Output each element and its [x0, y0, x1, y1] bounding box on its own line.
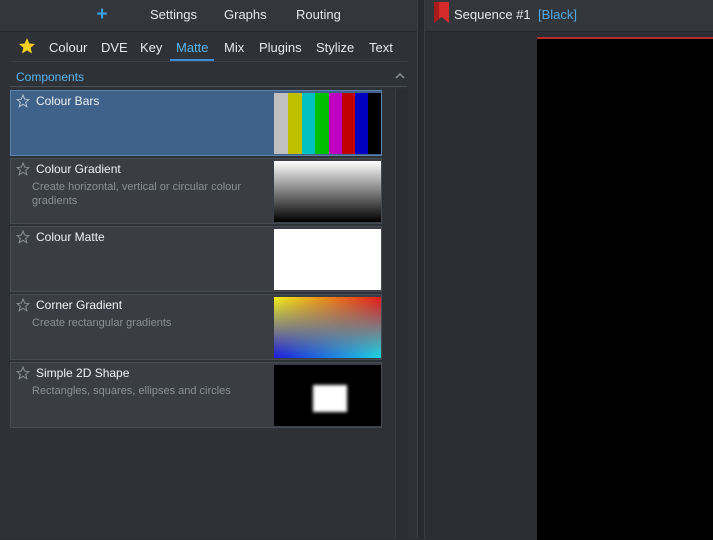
tab-colour[interactable]: Colour: [49, 40, 87, 56]
star-outline-icon[interactable]: [16, 230, 30, 244]
star-outline-icon[interactable]: [16, 94, 30, 108]
panel-splitter[interactable]: [417, 0, 425, 538]
section-divider: [10, 86, 407, 87]
tab-dve[interactable]: DVE: [101, 40, 128, 56]
sequence-header: Sequence #1 [Black]: [425, 0, 713, 32]
plus-icon[interactable]: +: [93, 4, 111, 26]
component-title: Colour Bars: [36, 94, 100, 108]
tabs-divider: [10, 61, 407, 62]
star-outline-icon[interactable]: [16, 298, 30, 312]
effects-panel: + Settings Graphs Routing Colour DVE Key…: [0, 0, 417, 538]
settings-button[interactable]: Settings: [150, 0, 197, 31]
tab-matte[interactable]: Matte: [176, 40, 209, 56]
tab-key[interactable]: Key: [140, 40, 162, 56]
colour-bars-thumbnail: [274, 93, 381, 154]
white-matte-thumbnail: [274, 229, 381, 290]
component-description: Create horizontal, vertical or circular …: [32, 181, 242, 207]
tab-plugins[interactable]: Plugins: [259, 40, 302, 56]
tab-mix[interactable]: Mix: [224, 40, 244, 56]
component-title: Colour Matte: [36, 230, 105, 244]
component-item-colour-bars[interactable]: Colour Bars: [10, 90, 382, 156]
star-outline-icon[interactable]: [16, 162, 30, 176]
component-item-colour-matte[interactable]: Colour Matte: [10, 226, 382, 292]
corner-gradient-thumbnail: [274, 297, 381, 358]
tab-stylize[interactable]: Stylize: [316, 40, 354, 56]
sequence-title[interactable]: Sequence #1: [454, 7, 531, 22]
sequence-preview[interactable]: [537, 37, 713, 540]
component-item-simple-2d-shape[interactable]: Simple 2D Shape Rectangles, squares, ell…: [10, 362, 382, 428]
component-title: Corner Gradient: [36, 298, 123, 312]
component-description: Rectangles, squares, ellipses and circle…: [32, 385, 231, 397]
graphs-button[interactable]: Graphs: [224, 0, 267, 31]
shape-thumbnail: [274, 365, 381, 426]
section-title[interactable]: Components: [16, 70, 84, 84]
component-item-corner-gradient[interactable]: Corner Gradient Create rectangular gradi…: [10, 294, 382, 360]
component-title: Colour Gradient: [36, 162, 121, 176]
panel-toolbar: + Settings Graphs Routing: [0, 0, 417, 32]
routing-button[interactable]: Routing: [296, 0, 341, 31]
tab-text[interactable]: Text: [369, 40, 393, 56]
bookmark-icon[interactable]: [433, 2, 450, 24]
scrollbar[interactable]: [395, 89, 408, 538]
vertical-gradient-thumbnail: [274, 161, 381, 222]
component-description: Create rectangular gradients: [32, 317, 172, 329]
chevron-up-icon[interactable]: [393, 69, 407, 83]
sequence-source-link[interactable]: [Black]: [538, 7, 577, 22]
component-item-colour-gradient[interactable]: Colour Gradient Create horizontal, verti…: [10, 158, 382, 224]
star-outline-icon[interactable]: [16, 366, 30, 380]
component-title: Simple 2D Shape: [36, 366, 130, 380]
sequence-panel: Sequence #1 [Black]: [425, 0, 713, 540]
